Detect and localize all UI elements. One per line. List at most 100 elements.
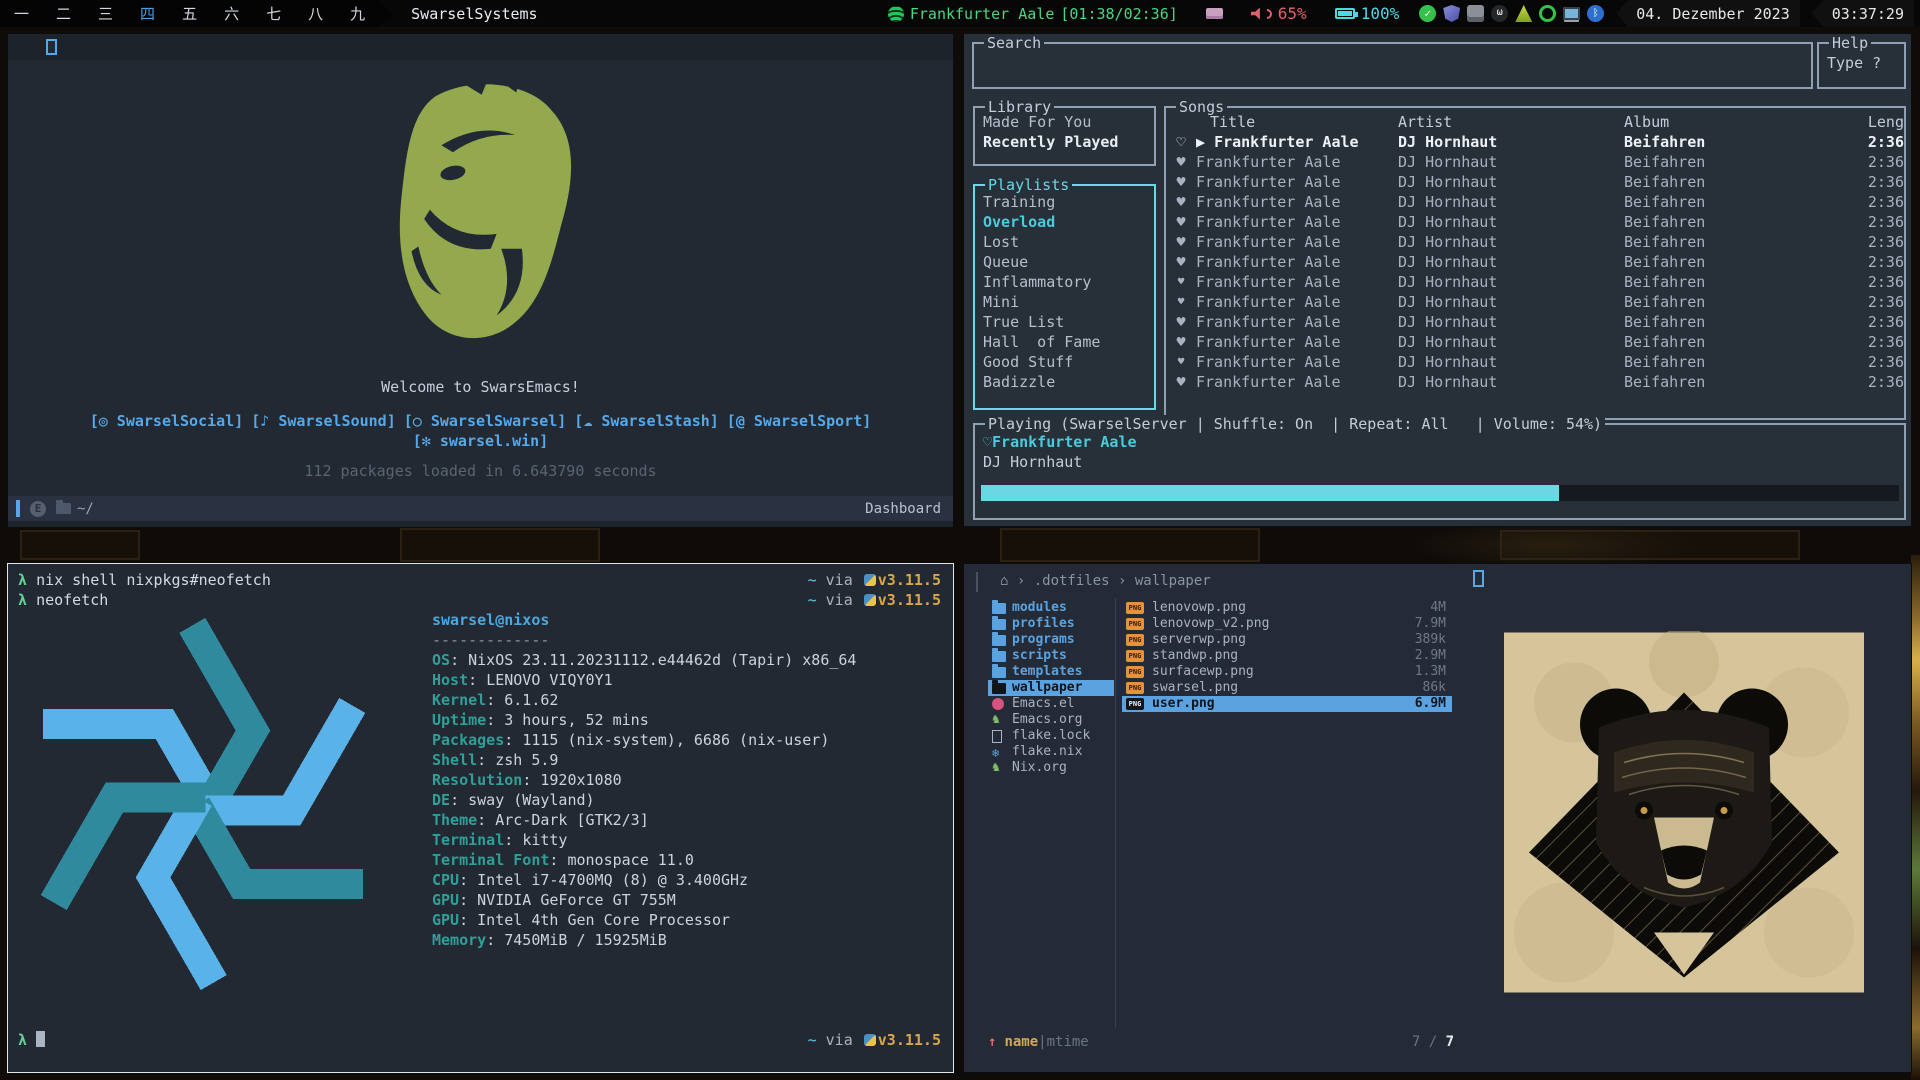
song-row[interactable]: ♡ ▶ Frankfurter Aale DJ Hornhaut Beifahr… [1166,132,1904,152]
file-row[interactable]: PNG lenovowp_v2.png 7.9M [1122,616,1452,632]
emacs-window[interactable]: Welcome to SwarsEmacs! [◎ SwarselSocial]… [7,33,954,527]
dashboard-link[interactable]: [◎ SwarselSocial] [90,412,244,430]
file-row[interactable]: scripts [988,648,1114,664]
playlist-item[interactable]: Training [975,192,1154,212]
playlist-item[interactable]: Badizzle [975,372,1154,392]
terminal-window[interactable]: λ nix shell nixpkgs#neofetch ~ via v3.11… [7,563,954,1073]
song-row[interactable]: ♥ Frankfurter Aale DJ Hornhaut Beifahren… [1166,172,1904,192]
workspace-button[interactable]: 七 [266,3,281,24]
progress-bar[interactable] [981,485,1899,501]
heart-outline-icon[interactable]: ♡ [983,433,992,451]
heart-icon[interactable]: ♥ [1166,192,1196,212]
dashboard-link[interactable]: [○ SwarselSwarsel] [404,412,567,430]
scrollbar-thumb[interactable] [976,572,978,592]
dashboard-link[interactable]: [♪ SwarselSound] [251,412,396,430]
song-row[interactable]: ♥ Frankfurter Aale DJ Hornhaut Beifahren… [1166,332,1904,352]
volume-value: 65% [1278,4,1307,23]
dashboard-link[interactable]: [@ SwarselSport] [727,412,872,430]
music-player-window[interactable]: Search Help Type ? Library Made For YouR… [963,33,1912,527]
file-row[interactable]: PNG serverwp.png 389k [1122,632,1452,648]
file-row[interactable]: flake.lock [988,728,1114,744]
file-row[interactable]: Emacs.org [988,712,1114,728]
heart-icon[interactable]: ♥ [1166,172,1196,192]
song-row[interactable]: ♥ Frankfurter Aale DJ Hornhaut Beifahren… [1166,252,1904,272]
library-item[interactable]: Recently Played [975,132,1154,152]
file-row[interactable]: PNG standwp.png 2.9M [1122,648,1452,664]
sort-alt-field[interactable]: mtime [1047,1034,1089,1050]
tray-icon[interactable] [1443,5,1460,22]
song-row[interactable]: ♥ Frankfurter Aale DJ Hornhaut Beifahren… [1166,152,1904,172]
song-row[interactable]: ♥ Frankfurter Aale DJ Hornhaut Beifahren… [1166,272,1904,292]
heart-icon[interactable]: ♥ [1166,352,1196,372]
playlist-item[interactable]: Mini [975,292,1154,312]
playlist-item[interactable]: Hall of Fame [975,332,1154,352]
song-row[interactable]: ♥ Frankfurter Aale DJ Hornhaut Beifahren… [1166,212,1904,232]
song-row[interactable]: ♥ Frankfurter Aale DJ Hornhaut Beifahren… [1166,292,1904,312]
heart-icon[interactable]: ♥ [1166,292,1196,312]
nixos-logo [13,614,393,998]
file-row[interactable]: programs [988,632,1114,648]
file-row[interactable]: Emacs.el [988,696,1114,712]
song-row[interactable]: ♥ Frankfurter Aale DJ Hornhaut Beifahren… [1166,372,1904,392]
workspace-button[interactable]: 三 [98,3,113,24]
tray-icon[interactable] [1587,5,1604,22]
now-playing-widget[interactable]: Frankfurter Aale [01:38/02:36] [880,0,1186,27]
workspace-button[interactable]: 二 [56,3,71,24]
song-row[interactable]: ♥ Frankfurter Aale DJ Hornhaut Beifahren… [1166,232,1904,252]
workspace-button[interactable]: 九 [350,3,365,24]
file-row[interactable]: wallpaper [988,680,1114,696]
playlist-item[interactable]: Overload [975,212,1154,232]
playlist-item[interactable]: Inflammatory [975,272,1154,292]
keyboard-widget[interactable] [1198,0,1231,27]
heart-icon[interactable]: ♥ [1166,372,1196,392]
playlist-item[interactable]: Queue [975,252,1154,272]
prompt-line-3[interactable]: λ [18,1030,45,1050]
file-row[interactable]: Nix.org [988,760,1114,776]
heart-icon[interactable]: ♥ [1166,212,1196,232]
tray-icon[interactable] [1419,5,1436,22]
file-row[interactable]: PNG surfacewp.png 1.3M [1122,664,1452,680]
file-row[interactable]: profiles [988,616,1114,632]
dashboard-link-swarsel-win[interactable]: [✻ swarsel.win] [413,432,548,450]
playlist-item[interactable]: Good Stuff [975,352,1154,372]
workspace-button[interactable]: 四 [140,3,155,24]
file-row[interactable]: modules [988,600,1114,616]
heart-icon[interactable]: ♥ [1166,252,1196,272]
heart-icon[interactable]: ♥ [1166,232,1196,252]
sort-direction-icon[interactable]: ↑ [988,1034,996,1050]
tray-icon[interactable] [1563,7,1580,20]
song-row[interactable]: ♥ Frankfurter Aale DJ Hornhaut Beifahren… [1166,352,1904,372]
tray-icon[interactable] [1515,5,1532,22]
heart-icon[interactable]: ♡ [1166,132,1196,152]
heart-icon[interactable]: ♥ [1166,272,1196,292]
song-row[interactable]: ♥ Frankfurter Aale DJ Hornhaut Beifahren… [1166,312,1904,332]
tray-icon[interactable] [1467,5,1484,22]
playlist-item[interactable]: Lost [975,232,1154,252]
workspace-switcher[interactable]: 一二三四五六七八九 [0,0,379,27]
volume-widget[interactable]: 65% [1243,0,1315,27]
file-row[interactable]: PNG lenovowp.png 4M [1122,600,1452,616]
file-row[interactable]: flake.nix [988,744,1114,760]
dashboard-link[interactable]: [☁ SwarselStash] [574,412,719,430]
tab-indicator-icon[interactable] [1473,570,1484,587]
tray-icon[interactable] [1491,5,1508,22]
search-box[interactable]: Search [972,42,1813,89]
playlist-item[interactable]: True List [975,312,1154,332]
tray-icon[interactable] [1539,5,1556,22]
file-row[interactable]: templates [988,664,1114,680]
heart-icon[interactable]: ♥ [1166,332,1196,352]
heart-icon[interactable]: ♥ [1166,312,1196,332]
sort-field[interactable]: name [1004,1034,1038,1050]
battery-widget[interactable]: 100% [1327,0,1408,27]
file-row[interactable]: PNG swarsel.png 86k [1122,680,1452,696]
song-row[interactable]: ♥ Frankfurter Aale DJ Hornhaut Beifahren… [1166,192,1904,212]
tab-indicator-icon[interactable] [46,39,57,55]
workspace-button[interactable]: 一 [14,3,29,24]
file-row[interactable]: PNG user.png 6.9M [1122,696,1452,712]
workspace-button[interactable]: 六 [224,3,239,24]
workspace-button[interactable]: 五 [182,3,197,24]
workspace-button[interactable]: 八 [308,3,323,24]
file-manager-window[interactable]: ⌂ › .dotfiles › wallpaper modules profil… [963,563,1912,1073]
heart-icon[interactable]: ♥ [1166,152,1196,172]
breadcrumb[interactable]: ⌂ › .dotfiles › wallpaper [1000,573,1211,589]
